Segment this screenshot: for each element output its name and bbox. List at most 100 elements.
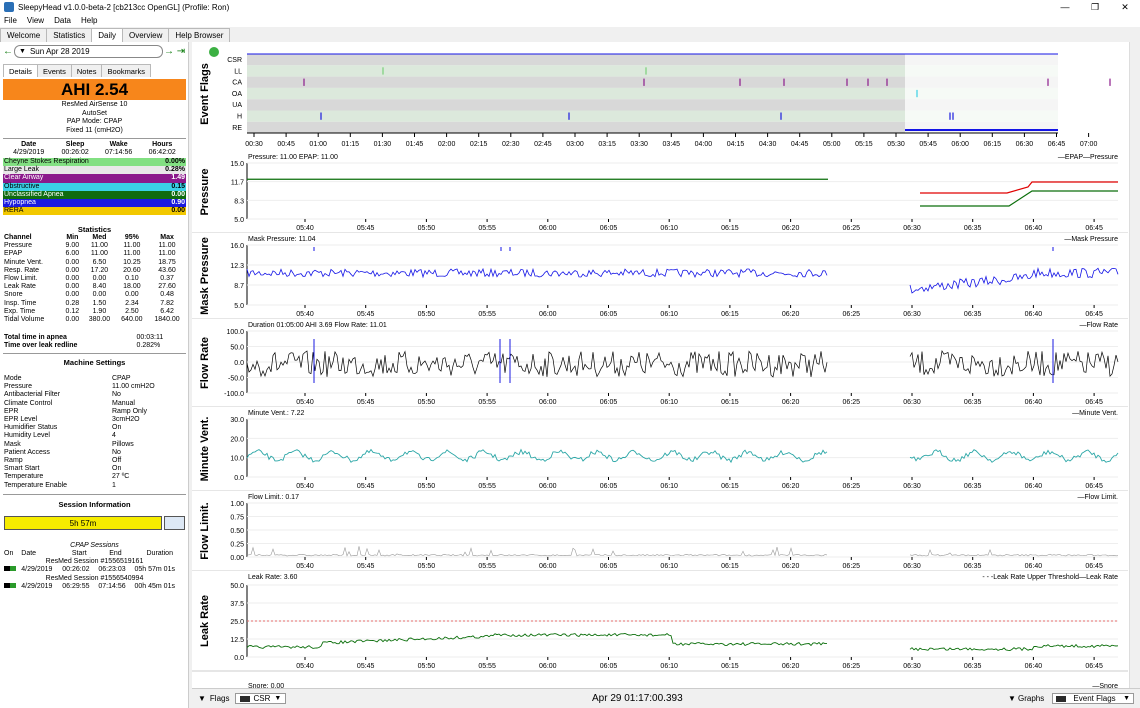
- event-value: 0.90: [171, 199, 185, 207]
- tab-overview[interactable]: Overview: [122, 28, 170, 42]
- y-tick-label: 0.75: [230, 515, 244, 522]
- session-enabled-icon[interactable]: [3, 566, 20, 574]
- session-row[interactable]: 4/29/2019 06:29:55 07:14:56 00h 45m 01s: [3, 582, 186, 591]
- panel-legend: —Flow Limit.: [1078, 494, 1119, 501]
- session-gap-bar[interactable]: [164, 516, 185, 530]
- event-name: Cheyne Stokes Respiration: [4, 158, 89, 165]
- x-tick-label: 05:50: [418, 225, 436, 232]
- tab-bookmarks[interactable]: Bookmarks: [101, 64, 151, 77]
- x-tick-label: 05:45: [357, 483, 375, 490]
- graphs-dropdown-icon[interactable]: ▼: [1008, 694, 1016, 703]
- event-index-row[interactable]: Obstructive 0.15: [3, 182, 186, 191]
- stats-value: 0.00: [65, 283, 80, 291]
- date-picker[interactable]: ▼ Sun Apr 28 2019: [14, 44, 163, 58]
- tab-welcome[interactable]: Welcome: [0, 28, 48, 42]
- y-tick-label: 5.0: [234, 303, 244, 310]
- chevron-down-icon: ▼: [1123, 695, 1130, 702]
- event-value: 0.28%: [165, 166, 185, 174]
- x-tick-label: 06:35: [964, 311, 982, 318]
- event-index-row[interactable]: Hypopnea 0.90: [3, 199, 186, 208]
- panel-bg: [192, 407, 1128, 491]
- divider: [3, 494, 186, 495]
- event-index-row[interactable]: Clear Airway 1.49: [3, 174, 186, 183]
- session-row[interactable]: 4/29/2019 00:26:02 06:23:03 05h 57m 01s: [3, 566, 186, 574]
- tab-statistics[interactable]: Statistics: [46, 28, 93, 42]
- next-day-icon[interactable]: →: [163, 46, 175, 57]
- panel-legend: —Minute Vent.: [1072, 410, 1118, 417]
- prev-day-icon[interactable]: ←: [2, 46, 14, 57]
- flags-dropdown-icon[interactable]: ▼: [198, 694, 206, 703]
- setting-name: Patient Access: [4, 448, 50, 456]
- stats-value: 11.00: [158, 250, 176, 258]
- stats-header-row: Channel Min Med 95% Max: [3, 234, 186, 242]
- tab-daily[interactable]: Daily: [91, 28, 123, 42]
- x-tick-label: 05:45: [357, 663, 375, 670]
- stats-value: 6.42: [160, 307, 174, 315]
- setting-name: Mask: [4, 440, 21, 448]
- menu-data[interactable]: Data: [54, 16, 71, 25]
- setting-name: Ramp: [4, 457, 23, 465]
- x-tick-label: 06:40: [1025, 663, 1043, 670]
- x-tick-label: 06:30: [903, 483, 921, 490]
- stats-value: 0.00: [65, 258, 80, 266]
- close-button[interactable]: ✕: [1110, 0, 1140, 14]
- event-index-row[interactable]: Cheyne Stokes Respiration 0.00%: [3, 158, 186, 167]
- menu-view[interactable]: View: [27, 16, 44, 25]
- x-tick-label: 05:40: [296, 663, 314, 670]
- x-tick-label: 05:40: [296, 563, 314, 570]
- setting-value: 4: [112, 432, 116, 440]
- setting-name: Pressure: [4, 383, 33, 391]
- session-info-title: Session Information: [58, 500, 131, 509]
- flag-row-label: CA: [232, 80, 242, 87]
- stats-value: 11.00: [158, 242, 176, 250]
- last-day-icon[interactable]: ⇥: [175, 46, 187, 57]
- graphs-canvas[interactable]: Event Flags CSR LL CA OA UA H RE 00:30 00:45 01:00…: [192, 42, 1128, 690]
- event-index-row[interactable]: RERA 0.00: [3, 207, 186, 216]
- menu-file[interactable]: File: [4, 16, 17, 25]
- stats-value: 18.75: [158, 258, 176, 266]
- x-tick-label: 05:50: [418, 399, 436, 406]
- tab-events[interactable]: Events: [36, 64, 72, 77]
- tab-help-browser[interactable]: Help Browser: [168, 28, 231, 42]
- setting-name: Temperature: [4, 473, 44, 481]
- setting-row: Humidifier Status On: [3, 424, 186, 432]
- divider: [3, 138, 186, 139]
- tab-notes[interactable]: Notes: [70, 64, 103, 77]
- stats-value: 0.00: [65, 316, 80, 324]
- stats-row: Pressure 9.00 11.00 11.00 11.00: [3, 242, 186, 250]
- x-tick-label: 06:05: [600, 663, 618, 670]
- x-tick-label: 06:20: [782, 563, 800, 570]
- time-tick-label: 06:30: [1016, 141, 1034, 148]
- stats-row: Leak Rate 0.00 8.40 18.00 27.60: [3, 283, 186, 291]
- session-name: ResMed Session #1556519161: [45, 558, 144, 566]
- ahi-banner: AHI 2.54: [3, 79, 186, 100]
- x-tick-label: 06:40: [1025, 311, 1043, 318]
- graphs-label[interactable]: Graphs: [1018, 694, 1044, 703]
- menu-help[interactable]: Help: [81, 16, 97, 25]
- setting-row: EPR Ramp Only: [3, 408, 186, 416]
- x-tick-label: 06:25: [843, 311, 861, 318]
- session-end: 06:23:03: [98, 566, 126, 574]
- time-tick-label: 05:00: [823, 141, 841, 148]
- tab-details[interactable]: Details: [3, 64, 38, 77]
- stats-value: 10.25: [123, 258, 141, 266]
- stats-value: 640.00: [121, 316, 143, 324]
- minimize-button[interactable]: —: [1050, 0, 1080, 14]
- x-tick-label: 06:15: [721, 563, 739, 570]
- event-index-row[interactable]: Large Leak 0.28%: [3, 166, 186, 175]
- session-duration-bar[interactable]: 5h 57m: [4, 516, 162, 530]
- event-index-row[interactable]: Unclassified Apnea 0.00: [3, 190, 186, 200]
- x-tick-label: 06:20: [782, 399, 800, 406]
- session-enabled-icon[interactable]: [3, 582, 20, 591]
- cursor-timestamp: Apr 29 01:17:00.393: [592, 693, 683, 704]
- x-tick-label: 06:25: [843, 399, 861, 406]
- flags-label[interactable]: Flags: [210, 694, 230, 703]
- y-tick-label: 25.0: [230, 619, 244, 626]
- maximize-button[interactable]: ❐: [1080, 0, 1110, 14]
- event-flags-dropdown[interactable]: Event Flags ▼: [1052, 693, 1134, 704]
- x-tick-label: 06:40: [1025, 563, 1043, 570]
- setting-value: Ramp Only: [112, 407, 148, 415]
- graphs-scrollbar[interactable]: [1129, 42, 1140, 688]
- csr-dropdown[interactable]: CSR ▼: [235, 693, 287, 704]
- time-tick-label: 02:15: [470, 141, 488, 148]
